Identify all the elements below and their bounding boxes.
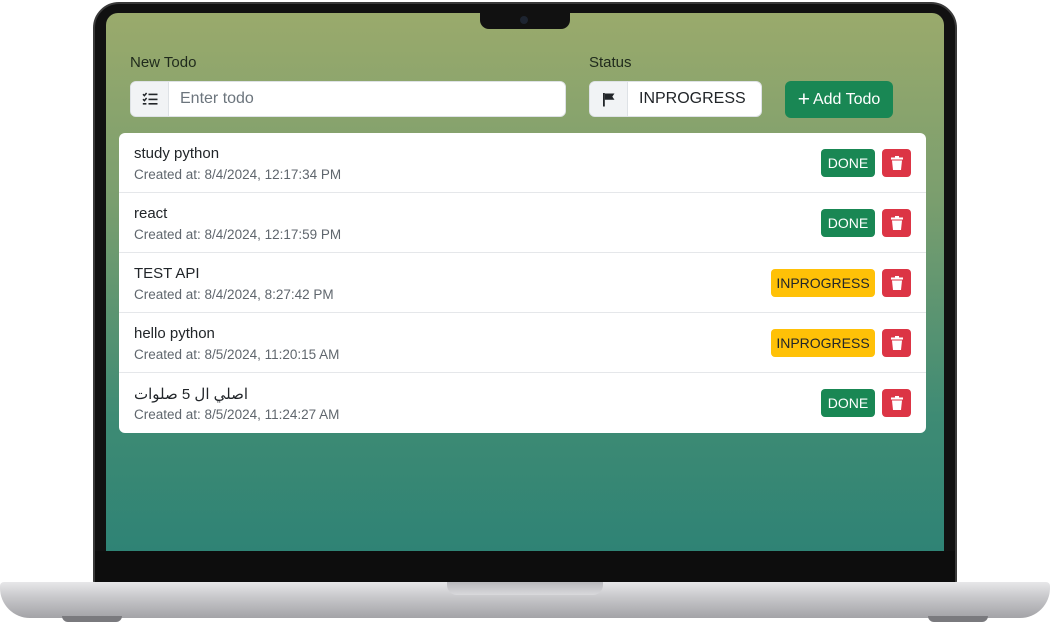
flag-icon — [590, 82, 628, 116]
todo-input-group — [130, 81, 566, 117]
todo-created-at: Created at: 8/5/2024, 11:24:27 AM — [134, 407, 340, 422]
todo-item: react Created at: 8/4/2024, 12:17:59 PM … — [119, 193, 926, 253]
new-todo-label: New Todo — [130, 54, 197, 71]
todo-item: اصلي ال 5 صلوات Created at: 8/5/2024, 11… — [119, 373, 926, 433]
todo-title: hello python — [134, 325, 215, 342]
screen-bottom-bezel — [95, 551, 955, 584]
delete-button[interactable] — [882, 329, 911, 357]
todo-title: TEST API — [134, 265, 200, 282]
todo-created-at: Created at: 8/5/2024, 11:20:15 AM — [134, 347, 340, 362]
status-toggle-button[interactable]: INPROGRESS — [771, 329, 875, 357]
laptop-foot-left — [62, 616, 122, 622]
status-select[interactable]: INPROGRESS — [589, 81, 762, 117]
trash-icon — [890, 276, 903, 290]
todo-created-at: Created at: 8/4/2024, 12:17:34 PM — [134, 167, 342, 182]
delete-button[interactable] — [882, 269, 911, 297]
status-toggle-button[interactable]: INPROGRESS — [771, 269, 875, 297]
todo-item: study python Created at: 8/4/2024, 12:17… — [119, 133, 926, 193]
todo-list: study python Created at: 8/4/2024, 12:17… — [119, 133, 926, 433]
trash-icon — [890, 156, 903, 170]
todo-title: study python — [134, 145, 220, 162]
todo-title: اصلي ال 5 صلوات — [134, 386, 249, 403]
delete-button[interactable] — [882, 149, 911, 177]
camera-icon — [520, 16, 528, 24]
status-label: Status — [589, 54, 632, 71]
add-todo-button[interactable]: + Add Todo — [785, 81, 893, 118]
trash-icon — [890, 336, 903, 350]
status-toggle-button[interactable]: DONE — [821, 209, 875, 237]
add-todo-label: Add Todo — [812, 90, 881, 108]
todo-item: TEST API Created at: 8/4/2024, 8:27:42 P… — [119, 253, 926, 313]
todo-input[interactable] — [169, 82, 565, 116]
status-toggle-button[interactable]: DONE — [821, 149, 875, 177]
trash-icon — [890, 216, 903, 230]
status-toggle-button[interactable]: DONE — [821, 389, 875, 417]
todo-form: New Todo Status INPROGRESS + Add Todo — [130, 50, 900, 120]
todo-created-at: Created at: 8/4/2024, 8:27:42 PM — [134, 287, 334, 302]
laptop-base-notch — [447, 582, 603, 595]
todo-title: react — [134, 205, 168, 222]
status-value: INPROGRESS — [639, 90, 746, 107]
trash-icon — [890, 396, 903, 410]
list-check-icon — [131, 82, 169, 116]
delete-button[interactable] — [882, 209, 911, 237]
todo-created-at: Created at: 8/4/2024, 12:17:59 PM — [134, 227, 342, 242]
delete-button[interactable] — [882, 389, 911, 417]
todo-item: hello python Created at: 8/5/2024, 11:20… — [119, 313, 926, 373]
plus-icon: + — [797, 88, 810, 111]
laptop-foot-right — [928, 616, 988, 622]
